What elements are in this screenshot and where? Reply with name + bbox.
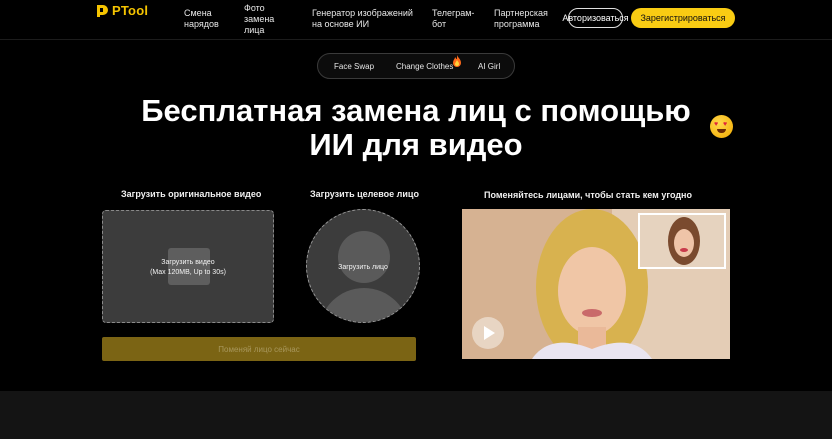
tab-ai-girl[interactable]: AI Girl: [478, 62, 500, 71]
logo-text: PTool: [112, 3, 149, 18]
nav-ai-image-generator[interactable]: Генератор изображений на основе ИИ: [312, 8, 416, 30]
upload-video-title: Загрузить видео: [161, 259, 215, 266]
next-section: [0, 391, 832, 439]
tab-change-clothes[interactable]: Change Clothes: [396, 62, 453, 71]
logo[interactable]: PTool: [95, 3, 148, 18]
page-title-line-1: Бесплатная замена лиц с помощью: [141, 93, 691, 128]
page-title-line-2: ИИ для видео: [309, 127, 523, 162]
avatar-placeholder-icon: [338, 231, 390, 283]
upload-face-dropzone[interactable]: Загрузить лицо: [306, 209, 420, 323]
nav-partner-program[interactable]: Партнерская программа: [494, 8, 554, 30]
ptool-logo-icon: [97, 4, 108, 17]
nav-photo-face-swap[interactable]: Фото замена лица: [244, 3, 278, 36]
mode-tabs: Face Swap Change Clothes AI Girl: [317, 53, 515, 79]
play-icon[interactable]: [472, 317, 504, 349]
target-face-label: Загрузить целевое лицо: [310, 189, 419, 199]
tab-face-swap[interactable]: Face Swap: [334, 62, 374, 71]
fire-icon: [453, 55, 461, 67]
login-button[interactable]: Авторизоваться: [562, 8, 629, 28]
nav-outfit-swap[interactable]: Смена нарядов: [184, 8, 224, 30]
nav-telegram-bot[interactable]: Телеграм-бот: [432, 8, 480, 30]
upload-video-limits: (Max 120MB, Up to 30s): [150, 269, 226, 276]
header: PTool Смена нарядов Фото замена лица Ген…: [0, 0, 832, 40]
upload-video-text: Загрузить видео (Max 120MB, Up to 30s): [103, 258, 273, 278]
upload-face-text: Загрузить лицо: [338, 264, 388, 271]
demo-caption: Поменяйтесь лицами, чтобы стать кем угод…: [484, 190, 692, 200]
page-title: Бесплатная замена лиц с помощью ИИ для в…: [0, 94, 832, 162]
original-video-label: Загрузить оригинальное видео: [121, 189, 262, 199]
target-face-preview: [638, 213, 726, 269]
heart-eyes-emoji-icon: ♥ ♥: [710, 115, 733, 138]
swap-face-button[interactable]: Поменяй лицо сейчас: [102, 337, 416, 361]
upload-video-dropzone[interactable]: Загрузить видео (Max 120MB, Up to 30s): [102, 210, 274, 323]
register-button[interactable]: Зарегистрироваться: [631, 8, 735, 28]
